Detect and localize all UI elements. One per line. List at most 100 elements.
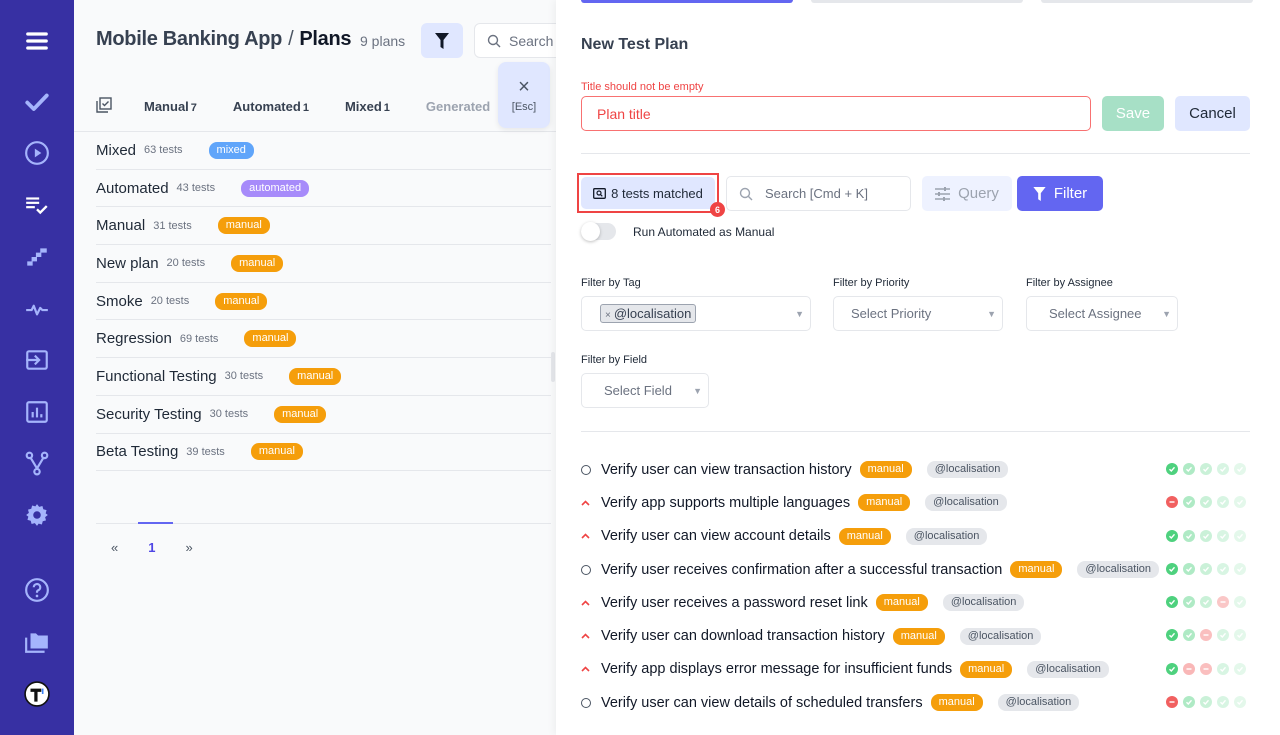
help-icon[interactable] xyxy=(22,575,52,605)
priority-normal-icon xyxy=(581,698,598,708)
passed-status-icon xyxy=(1183,629,1195,642)
bar-chart-icon[interactable] xyxy=(22,397,52,427)
testomatio-logo-icon[interactable] xyxy=(22,679,52,709)
test-tag: @localisation xyxy=(997,694,1080,712)
filter-field-select[interactable]: Select Field ▼ xyxy=(581,373,709,408)
toggle-label: Run Automated as Manual xyxy=(633,225,775,239)
test-tag: @localisation xyxy=(905,527,988,545)
plan-name: Beta Testing xyxy=(96,443,179,461)
tab-automated[interactable]: Automated 1 xyxy=(233,99,309,114)
test-title[interactable]: Verify user receives confirmation after … xyxy=(601,562,1002,578)
plan-row[interactable]: Functional Testing 30 tests manual xyxy=(96,358,551,396)
test-title[interactable]: Verify user can view details of schedule… xyxy=(601,695,923,711)
gear-icon[interactable] xyxy=(22,500,52,530)
test-row[interactable]: Verify app displays error message for in… xyxy=(581,653,1250,686)
test-row[interactable]: Verify user can view transaction history… xyxy=(581,453,1250,486)
pager-page-1[interactable]: 1 xyxy=(148,540,155,555)
title-error-message: Title should not be empty xyxy=(581,81,704,93)
passed-status-icon xyxy=(1166,629,1178,642)
tab-mixed[interactable]: Mixed 1 xyxy=(345,99,390,114)
filter-icon xyxy=(1033,186,1046,201)
test-row[interactable]: Verify app supports multiple languages ma… xyxy=(581,486,1250,519)
new-plan-panel: New Test Plan Title should not be empty … xyxy=(556,0,1280,735)
panel-title: New Test Plan xyxy=(581,36,689,53)
plan-row[interactable]: Regression 69 tests manual xyxy=(96,320,551,359)
plan-row[interactable]: Smoke 20 tests manual xyxy=(96,283,551,321)
plan-title-input[interactable] xyxy=(581,96,1091,131)
dropdown-arrow-icon: ▼ xyxy=(693,385,702,396)
branch-icon[interactable] xyxy=(22,448,52,478)
test-row[interactable]: Verify user receives confirmation after … xyxy=(581,553,1250,586)
plan-row[interactable]: Mixed 63 tests mixed xyxy=(96,132,551,170)
tests-matched-label: 8 tests matched xyxy=(611,185,703,201)
close-panel-button[interactable]: × [Esc] xyxy=(498,62,550,128)
plan-type-tabs: Manual 7 Automated 1 Mixed 1 Generated xyxy=(96,90,526,122)
check-icon[interactable] xyxy=(22,87,52,117)
folders-icon[interactable] xyxy=(22,627,52,657)
tab-manual[interactable]: Manual 7 xyxy=(144,99,197,114)
filter-priority-select[interactable]: Select Priority ▼ xyxy=(833,296,1003,331)
filter-assignee-select[interactable]: Select Assignee ▼ xyxy=(1026,296,1178,331)
plan-row[interactable]: Manual 31 tests manual xyxy=(96,207,551,246)
filter-toggle-button[interactable] xyxy=(421,23,463,58)
test-tag: @localisation xyxy=(959,627,1042,645)
breadcrumb-separator: / xyxy=(288,28,294,50)
select-placeholder: Select Field xyxy=(604,383,672,398)
test-title[interactable]: Verify app supports multiple languages xyxy=(601,495,850,511)
test-row[interactable]: Verify user can view details of schedule… xyxy=(581,686,1250,719)
passed-status-icon xyxy=(1234,529,1246,542)
run-automated-as-manual-toggle[interactable] xyxy=(581,222,616,241)
panel-tab[interactable] xyxy=(811,0,1023,3)
play-circle-icon[interactable] xyxy=(22,138,52,168)
test-row[interactable]: Verify user can view account details manu… xyxy=(581,520,1250,553)
tab-generated[interactable]: Generated xyxy=(426,99,490,114)
hamburger-icon[interactable] xyxy=(22,26,52,56)
select-all-icon[interactable] xyxy=(96,96,112,116)
test-search-input[interactable]: Search [Cmd + K] xyxy=(726,176,911,211)
test-row[interactable]: Verify user can download transaction his… xyxy=(581,619,1250,652)
breadcrumb: Mobile Banking App / Plans xyxy=(96,28,352,51)
stairs-icon[interactable] xyxy=(22,242,52,272)
import-icon[interactable] xyxy=(22,345,52,375)
test-row[interactable]: Verify user receives a password reset li… xyxy=(581,586,1250,619)
test-title[interactable]: Verify user can view account details xyxy=(601,528,831,544)
plan-type-badge: manual xyxy=(244,330,297,348)
pager-next[interactable]: » xyxy=(185,540,192,555)
pagination: « 1 » xyxy=(96,540,193,555)
passed-status-icon xyxy=(1234,629,1246,642)
breadcrumb-project[interactable]: Mobile Banking App xyxy=(96,28,282,50)
passed-status-icon xyxy=(1234,596,1246,609)
filter-tag-select[interactable]: × @localisation ▼ xyxy=(581,296,811,331)
pulse-icon[interactable] xyxy=(22,294,52,324)
plan-row[interactable]: Automated 43 tests automated xyxy=(96,170,551,208)
plan-name: New plan xyxy=(96,254,159,272)
pager-prev[interactable]: « xyxy=(111,540,118,555)
panel-tab[interactable] xyxy=(1041,0,1253,3)
scrollbar[interactable] xyxy=(551,352,555,382)
panel-tab-active[interactable] xyxy=(581,0,793,3)
plan-row[interactable]: Beta Testing 39 tests manual xyxy=(96,434,551,472)
plan-row[interactable]: Security Testing 30 tests manual xyxy=(96,396,551,434)
remove-tag-icon[interactable]: × xyxy=(605,310,611,321)
run-history xyxy=(1166,629,1246,642)
plan-name: Regression xyxy=(96,330,172,348)
plan-row[interactable]: New plan 20 tests manual xyxy=(96,245,551,283)
tests-matched-button[interactable]: 8 tests matched xyxy=(581,177,715,209)
save-button[interactable]: Save xyxy=(1102,96,1164,131)
test-title[interactable]: Verify user can view transaction history xyxy=(601,462,852,478)
search-placeholder: Search xyxy=(509,32,554,49)
passed-status-icon xyxy=(1166,562,1178,575)
query-button[interactable]: Query xyxy=(922,176,1012,211)
test-title[interactable]: Verify app displays error message for in… xyxy=(601,661,952,677)
cancel-button[interactable]: Cancel xyxy=(1175,96,1250,131)
checklist-icon[interactable] xyxy=(22,190,52,220)
run-history xyxy=(1166,596,1246,609)
test-title[interactable]: Verify user receives a password reset li… xyxy=(601,595,868,611)
toggle-knob xyxy=(581,222,600,241)
test-type-badge: manual xyxy=(960,660,1013,678)
filter-button[interactable]: Filter xyxy=(1017,176,1103,211)
filter-priority-label: Filter by Priority xyxy=(833,277,910,289)
test-title[interactable]: Verify user can download transaction his… xyxy=(601,628,885,644)
plans-search-input[interactable]: Search xyxy=(474,23,564,58)
priority-high-icon xyxy=(581,500,598,506)
